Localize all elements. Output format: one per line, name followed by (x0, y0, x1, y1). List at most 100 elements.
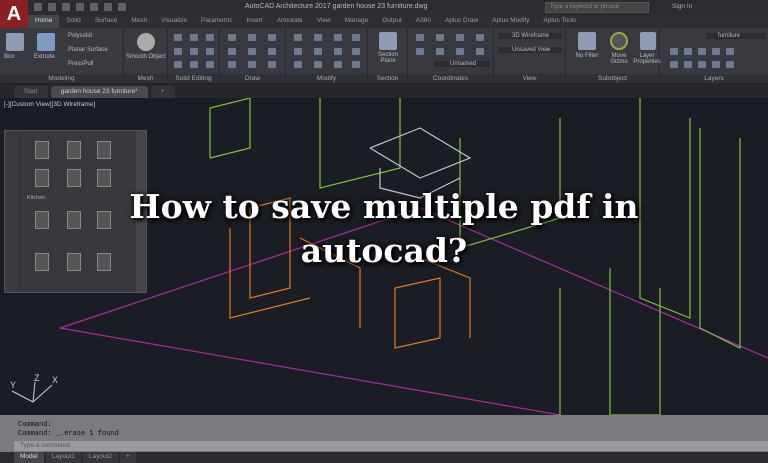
headline-line: How to save multiple pdf in (129, 187, 639, 226)
wall-segment (209, 97, 251, 159)
gizmo-icon[interactable] (610, 32, 628, 50)
panel-mesh: Smooth Object Mesh (124, 28, 168, 84)
title-bar: A AutoCAD Architecture 2017 garden house… (0, 0, 768, 28)
no-filter-button[interactable]: No Filter (570, 53, 604, 59)
panel-label[interactable]: Solid Editing (168, 74, 219, 83)
tab-visualize[interactable]: Visualize (154, 15, 194, 28)
ribbon: Box Extrude Polysolid Planar Surface Pre… (0, 28, 768, 84)
ucs-icon: YZ X (10, 373, 58, 403)
history-line: Command: (18, 421, 52, 429)
sink (369, 127, 472, 179)
save-icon[interactable] (62, 3, 70, 11)
command-input[interactable]: Type a command (14, 441, 768, 451)
panel-label[interactable]: View (494, 74, 565, 83)
new-icon[interactable] (34, 3, 42, 11)
chair (394, 277, 441, 349)
panel-label[interactable]: Coordinates (408, 74, 493, 83)
planar-surface-button[interactable]: Planar Surface (68, 47, 108, 53)
tab-mesh[interactable]: Mesh (124, 15, 154, 28)
tab-parametric[interactable]: Parametric (194, 15, 239, 28)
move-gizmo-button[interactable]: Move Gizmo (604, 53, 634, 65)
section-plane-button[interactable]: Section Plane (370, 52, 406, 64)
document-tabs: Start garden house 23 furniture* + (0, 84, 768, 98)
smooth-object-icon[interactable] (137, 33, 155, 51)
filter-icon[interactable] (578, 32, 596, 50)
open-icon[interactable] (48, 3, 56, 11)
add-layout-button[interactable]: + (120, 452, 136, 463)
panel-layers: furniture Layers (660, 28, 768, 84)
tool-item[interactable] (35, 141, 49, 159)
panel-draw: Draw (220, 28, 286, 84)
tab-aplus-tools[interactable]: Aplus Tools (536, 15, 583, 28)
layer-properties-icon[interactable] (640, 32, 656, 50)
tab-output[interactable]: Output (375, 15, 409, 28)
command-window: Command: Command: _.erase 1 found Type a… (0, 415, 768, 452)
tab-annotate[interactable]: Annotate (270, 15, 310, 28)
svg-text:X: X (52, 375, 58, 385)
polysolid-button[interactable]: Polysolid (68, 33, 92, 39)
box-button[interactable]: Box (4, 54, 14, 60)
tab-surface[interactable]: Surface (88, 15, 124, 28)
tab-view[interactable]: View (310, 15, 338, 28)
new-tab-button[interactable]: + (150, 86, 175, 98)
tab-layout2[interactable]: Layout2 (82, 452, 118, 463)
presspull-button[interactable]: PressPull (68, 61, 93, 67)
headline-overlay: How to save multiple pdf in autocad? (0, 185, 768, 273)
search-input[interactable]: Type a keyword or phrase (545, 2, 649, 13)
history-line: Command: _.erase 1 found (18, 430, 119, 438)
cabinet (319, 98, 401, 189)
panel-view: 3D Wireframe Unsaved View View (494, 28, 566, 84)
tab-a360[interactable]: A360 (409, 15, 438, 28)
sign-in-button[interactable]: Sign In (672, 3, 692, 10)
svg-text:Z: Z (34, 373, 40, 383)
svg-text:Y: Y (10, 380, 16, 390)
headline-line: autocad? (300, 231, 468, 270)
panel-subobject: No Filter Move Gizmo Layer Properties Su… (566, 28, 662, 84)
tab-insert[interactable]: Insert (239, 15, 269, 28)
panel-section: Section Plane Section (368, 28, 408, 84)
tab-start[interactable]: Start (14, 86, 48, 98)
ucs-dropdown[interactable]: Unnamed (434, 61, 490, 67)
viewport-controls[interactable]: [-][Custom View][3D Wireframe] (4, 101, 95, 108)
panel-label[interactable]: Layers (660, 74, 768, 83)
tab-manage[interactable]: Manage (338, 15, 376, 28)
panel-modeling: Box Extrude Polysolid Planar Surface Pre… (0, 28, 124, 84)
tab-model[interactable]: Model (14, 452, 44, 463)
extrude-icon[interactable] (37, 33, 55, 51)
application-menu-button[interactable]: A (0, 0, 28, 28)
save-as-icon[interactable] (76, 3, 84, 11)
smooth-object-button[interactable]: Smooth Object (126, 54, 166, 60)
floor-edge (59, 327, 561, 416)
tab-aplus-draw[interactable]: Aplus Draw (438, 15, 485, 28)
panel-label[interactable]: Section (368, 74, 407, 83)
tab-solid[interactable]: Solid (59, 15, 87, 28)
panel-coordinates: Unnamed Coordinates (408, 28, 494, 84)
layer-properties-button[interactable]: Layer Properties (632, 53, 662, 65)
extrude-button[interactable]: Extrude (34, 54, 55, 60)
saved-view-dropdown[interactable]: Unsaved View (498, 47, 562, 53)
panel-label[interactable]: Modify (286, 74, 367, 83)
redo-icon[interactable] (118, 3, 126, 11)
tool-item[interactable] (67, 141, 81, 159)
tab-aplus-modify[interactable]: Aplus Modify (485, 15, 536, 28)
visual-style-dropdown[interactable]: 3D Wireframe (498, 33, 562, 39)
box-icon[interactable] (6, 33, 24, 51)
tab-layout1[interactable]: Layout1 (45, 452, 81, 463)
layout-tabs: Model Layout1 Layout2 + (0, 452, 768, 463)
panel-modify: Modify (286, 28, 368, 84)
tool-item[interactable] (97, 141, 111, 159)
panel-label[interactable]: Draw (220, 74, 285, 83)
panel-label[interactable]: Modeling (0, 74, 123, 83)
panel-solid-editing: Solid Editing (168, 28, 220, 84)
panel-label[interactable]: Subobject (566, 74, 659, 83)
print-icon[interactable] (90, 3, 98, 11)
pillar (609, 268, 661, 416)
undo-icon[interactable] (104, 3, 112, 11)
tab-home[interactable]: Home (28, 15, 60, 28)
window-title: AutoCAD Architecture 2017 garden house 2… (245, 3, 428, 10)
quick-access-toolbar (34, 3, 126, 11)
layer-dropdown[interactable]: furniture (706, 33, 766, 39)
section-plane-icon[interactable] (379, 32, 397, 50)
tab-drawing[interactable]: garden house 23 furniture* (50, 86, 148, 98)
panel-label[interactable]: Mesh (124, 74, 167, 83)
